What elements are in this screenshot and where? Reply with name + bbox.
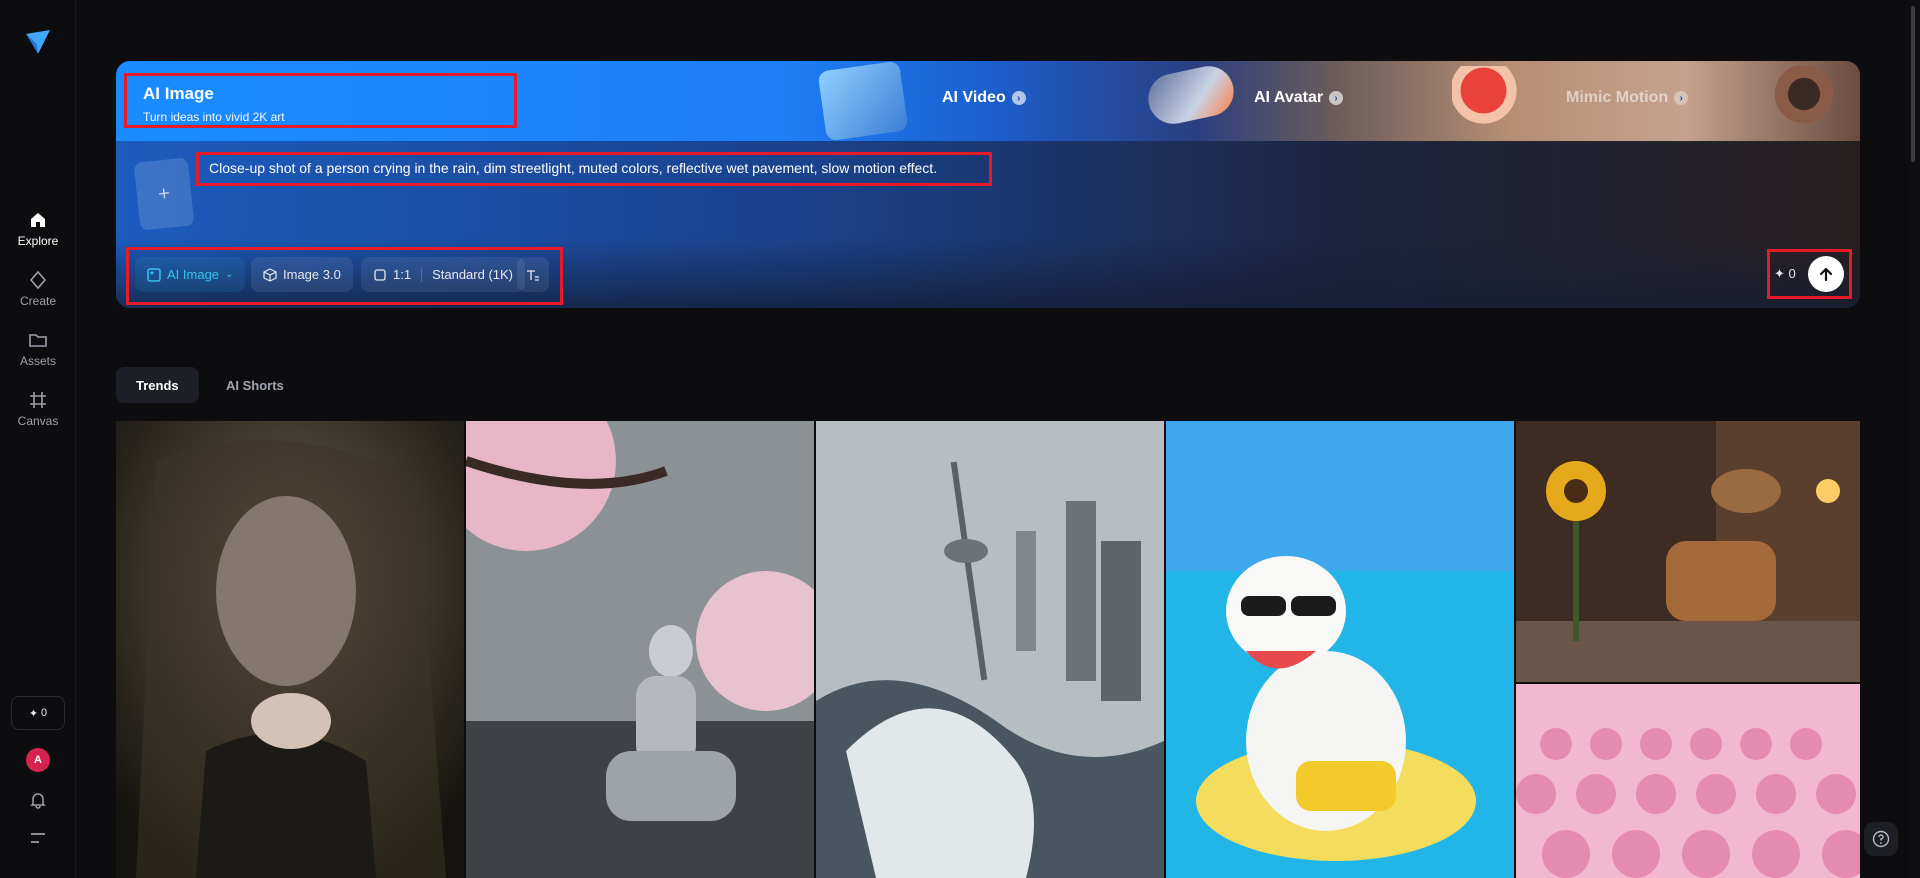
chevron-right-icon: › — [1329, 91, 1344, 105]
gallery-card-pool-cat[interactable] — [1166, 421, 1514, 878]
tab-label: Mimic Motion — [1566, 89, 1669, 106]
tsunami-city-image — [816, 421, 1164, 878]
folder-icon — [29, 334, 47, 347]
tab-ai-avatar[interactable]: AI Avatar › — [1254, 89, 1344, 107]
canvas-icon — [30, 392, 46, 408]
scrollbar-thumb[interactable] — [1911, 6, 1915, 162]
chevron-down-icon: ⌄ — [225, 269, 234, 280]
veiled-portrait-image — [116, 421, 464, 878]
sidebar-item-explore[interactable]: Explore — [0, 210, 76, 248]
gallery-card-tsunami-city[interactable] — [816, 421, 1164, 878]
avatar[interactable]: A — [26, 748, 50, 772]
model-label: Image 3.0 — [283, 267, 341, 282]
upload-reference-button[interactable]: + — [133, 157, 195, 231]
credits-pill[interactable]: ✦ 0 — [11, 696, 65, 730]
model-select[interactable]: Image 3.0 — [251, 257, 353, 292]
chevron-right-icon: › — [1674, 91, 1689, 105]
tab-title: AI Image — [143, 84, 214, 103]
diamond-icon — [29, 270, 47, 290]
tab-label: AI Video — [942, 89, 1006, 106]
pink-robots-image — [1516, 684, 1860, 878]
text-style-button[interactable] — [517, 257, 549, 292]
mode-label: AI Image — [167, 267, 220, 282]
tab-ai-image[interactable]: AI Image Turn ideas into vivid 2K art — [124, 73, 517, 128]
sidebar-item-label: Assets — [19, 354, 56, 368]
tab-trends[interactable]: Trends — [116, 367, 199, 403]
sidebar-item-create[interactable]: Create — [0, 270, 76, 308]
image-icon — [147, 267, 161, 282]
gallery-card-pink-robots[interactable] — [1516, 684, 1860, 878]
generate-button[interactable] — [1808, 256, 1844, 292]
cube-icon — [263, 267, 277, 282]
help-button[interactable] — [1864, 822, 1898, 856]
quality-label: Standard (1K) — [432, 267, 514, 282]
ai-video-thumbnail — [817, 60, 909, 142]
arrow-up-icon — [1819, 267, 1833, 282]
gallery-card-praying-robot[interactable] — [466, 421, 814, 878]
sidebar-item-label: Explore — [17, 234, 59, 248]
mimic-motion-thumbnail — [1452, 66, 1522, 136]
tab-ai-shorts[interactable]: AI Shorts — [206, 367, 304, 403]
divider — [421, 267, 423, 282]
tab-ai-video[interactable]: AI Video › — [942, 89, 1026, 107]
mimic-motion-thumbnail-2 — [1772, 66, 1836, 136]
sidebar-item-label: Canvas — [17, 414, 59, 428]
credits-value: 0 — [41, 707, 48, 719]
praying-robot-image — [466, 421, 814, 878]
question-icon — [1872, 830, 1890, 848]
mode-select[interactable]: AI Image ⌄ — [135, 257, 246, 292]
chevron-right-icon: › — [1011, 91, 1026, 105]
generation-cost: ✦ 0 — [1774, 266, 1796, 282]
sidebar-item-canvas[interactable]: Canvas — [0, 390, 76, 428]
home-icon — [31, 213, 45, 227]
tab-subtitle: Turn ideas into vivid 2K art — [143, 110, 285, 124]
tab-mimic-motion[interactable]: Mimic Motion › — [1566, 89, 1689, 107]
sidebar: Explore Create Assets Canvas ✦ 0 A — [0, 0, 76, 878]
tab-label: AI Avatar — [1254, 89, 1324, 106]
sparkle-icon: ✦ — [28, 707, 39, 720]
sidebar-item-assets[interactable]: Assets — [0, 330, 76, 368]
ratio-label: 1:1 — [393, 267, 412, 282]
cost-value: 0 — [1788, 266, 1796, 281]
bell-icon[interactable] — [28, 790, 48, 810]
sparkle-icon: ✦ — [1774, 266, 1785, 281]
text-format-icon — [527, 269, 539, 281]
menu-icon[interactable] — [29, 830, 47, 846]
pool-cat-image — [1166, 421, 1514, 878]
app-logo[interactable] — [24, 28, 52, 56]
ratio-quality-select[interactable]: 1:1 Standard (1K) — [361, 257, 526, 292]
sidebar-item-label: Create — [19, 294, 57, 308]
prompt-input[interactable]: Close-up shot of a person crying in the … — [196, 152, 992, 186]
gallery-card-veiled-portrait[interactable] — [116, 421, 464, 878]
steampunk-bird-image — [1516, 421, 1860, 682]
gallery-card-steampunk-bird[interactable] — [1516, 421, 1860, 682]
square-ratio-icon — [374, 268, 386, 281]
